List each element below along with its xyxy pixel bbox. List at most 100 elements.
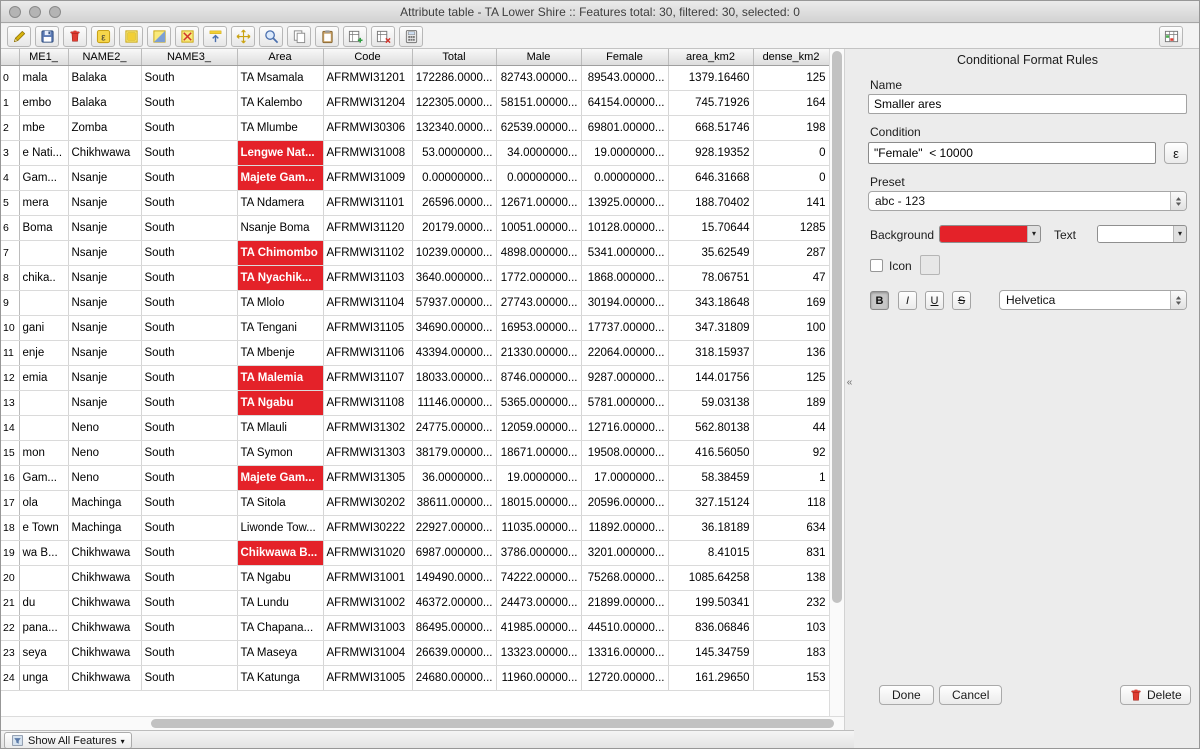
cell-code[interactable]: AFRMWI31002	[323, 590, 412, 615]
row-number[interactable]: 24	[1, 665, 19, 690]
cell-code[interactable]: AFRMWI31204	[323, 90, 412, 115]
cell-dense_km2[interactable]: 183	[753, 640, 829, 665]
cell-name1[interactable]	[19, 390, 68, 415]
cell-name2[interactable]: Chikhwawa	[68, 665, 141, 690]
cell-name3[interactable]: South	[141, 515, 237, 540]
cell-dense_km2[interactable]: 287	[753, 240, 829, 265]
column-header-area[interactable]: Area	[237, 49, 323, 65]
cell-total[interactable]: 26639.00000...	[412, 640, 496, 665]
cell-code[interactable]: AFRMWI31102	[323, 240, 412, 265]
cell-name3[interactable]: South	[141, 565, 237, 590]
cell-name2[interactable]: Nsanje	[68, 265, 141, 290]
column-header-female[interactable]: Female	[581, 49, 668, 65]
icon-checkbox[interactable]	[870, 259, 883, 272]
cell-name2[interactable]: Balaka	[68, 65, 141, 90]
cell-name3[interactable]: South	[141, 240, 237, 265]
cell-male[interactable]: 74222.00000...	[496, 565, 581, 590]
cell-female[interactable]: 5781.000000...	[581, 390, 668, 415]
cell-total[interactable]: 0.00000000...	[412, 165, 496, 190]
cell-name1[interactable]: pana...	[19, 615, 68, 640]
cell-code[interactable]: AFRMWI31107	[323, 365, 412, 390]
cell-area_km2[interactable]: 199.50341	[668, 590, 753, 615]
delete-rule-button[interactable]: Delete	[1120, 685, 1191, 705]
feature-filter-button[interactable]: Show All Features ▾	[4, 732, 132, 749]
cell-name2[interactable]: Nsanje	[68, 390, 141, 415]
cell-name3[interactable]: South	[141, 440, 237, 465]
cell-male[interactable]: 19.0000000...	[496, 465, 581, 490]
cell-male[interactable]: 41985.00000...	[496, 615, 581, 640]
underline-button[interactable]: U	[925, 291, 944, 310]
cell-dense_km2[interactable]: 169	[753, 290, 829, 315]
cell-area_km2[interactable]: 562.80138	[668, 415, 753, 440]
cell-area[interactable]: TA Sitola	[237, 490, 323, 515]
cell-name3[interactable]: South	[141, 315, 237, 340]
cell-area_km2[interactable]: 416.56050	[668, 440, 753, 465]
cell-female[interactable]: 22064.00000...	[581, 340, 668, 365]
cell-area[interactable]: TA Lundu	[237, 590, 323, 615]
cell-name3[interactable]: South	[141, 215, 237, 240]
cell-name1[interactable]: emia	[19, 365, 68, 390]
cell-name2[interactable]: Nsanje	[68, 165, 141, 190]
conditional-formatting-toggle-button[interactable]	[1159, 26, 1183, 47]
cell-name3[interactable]: South	[141, 340, 237, 365]
cell-area_km2[interactable]: 35.62549	[668, 240, 753, 265]
column-header-densekm2[interactable]: dense_km2	[753, 49, 829, 65]
cell-name1[interactable]: Gam...	[19, 165, 68, 190]
delete-selected-button[interactable]	[63, 26, 87, 47]
cell-total[interactable]: 53.0000000...	[412, 140, 496, 165]
cell-code[interactable]: AFRMWI31104	[323, 290, 412, 315]
font-dropdown[interactable]: Helvetica	[999, 290, 1187, 310]
cell-area[interactable]: TA Tengani	[237, 315, 323, 340]
cell-name3[interactable]: South	[141, 365, 237, 390]
preset-dropdown[interactable]: abc - 123	[868, 191, 1187, 211]
cell-area[interactable]: Majete Gam...	[237, 465, 323, 490]
cell-dense_km2[interactable]: 831	[753, 540, 829, 565]
zoom-to-selection-button[interactable]	[259, 26, 283, 47]
cell-total[interactable]: 172286.0000...	[412, 65, 496, 90]
cell-female[interactable]: 69801.00000...	[581, 115, 668, 140]
cell-name1[interactable]: mala	[19, 65, 68, 90]
cell-area[interactable]: TA Symon	[237, 440, 323, 465]
pan-to-selection-button[interactable]	[231, 26, 255, 47]
cell-area[interactable]: TA Nyachik...	[237, 265, 323, 290]
horizontal-scrollbar-thumb[interactable]	[151, 719, 834, 728]
cell-name1[interactable]: e Town	[19, 515, 68, 540]
cell-name1[interactable]: gani	[19, 315, 68, 340]
cell-total[interactable]: 10239.00000...	[412, 240, 496, 265]
row-number[interactable]: 16	[1, 465, 19, 490]
cell-area[interactable]: TA Ndamera	[237, 190, 323, 215]
new-field-button[interactable]	[343, 26, 367, 47]
cell-name2[interactable]: Nsanje	[68, 290, 141, 315]
column-header-male[interactable]: Male	[496, 49, 581, 65]
cell-code[interactable]: AFRMWI31101	[323, 190, 412, 215]
cell-total[interactable]: 26596.0000...	[412, 190, 496, 215]
row-number[interactable]: 8	[1, 265, 19, 290]
cell-name2[interactable]: Balaka	[68, 90, 141, 115]
cell-female[interactable]: 12720.00000...	[581, 665, 668, 690]
cell-name2[interactable]: Chikhwawa	[68, 640, 141, 665]
row-number[interactable]: 7	[1, 240, 19, 265]
cell-female[interactable]: 3201.000000...	[581, 540, 668, 565]
cell-dense_km2[interactable]: 136	[753, 340, 829, 365]
cell-area_km2[interactable]: 145.34759	[668, 640, 753, 665]
cell-dense_km2[interactable]: 153	[753, 665, 829, 690]
cell-name1[interactable]	[19, 565, 68, 590]
row-number[interactable]: 3	[1, 140, 19, 165]
row-number[interactable]: 22	[1, 615, 19, 640]
cell-male[interactable]: 18015.00000...	[496, 490, 581, 515]
cell-male[interactable]: 4898.000000...	[496, 240, 581, 265]
cell-total[interactable]: 18033.00000...	[412, 365, 496, 390]
cell-male[interactable]: 12671.00000...	[496, 190, 581, 215]
cell-code[interactable]: AFRMWI31004	[323, 640, 412, 665]
cell-name3[interactable]: South	[141, 590, 237, 615]
cell-area_km2[interactable]: 646.31668	[668, 165, 753, 190]
cell-area_km2[interactable]: 745.71926	[668, 90, 753, 115]
cell-area_km2[interactable]: 8.41015	[668, 540, 753, 565]
cell-area_km2[interactable]: 59.03138	[668, 390, 753, 415]
cell-dense_km2[interactable]: 1	[753, 465, 829, 490]
cell-female[interactable]: 9287.000000...	[581, 365, 668, 390]
cell-area[interactable]: Liwonde Tow...	[237, 515, 323, 540]
cell-male[interactable]: 11960.00000...	[496, 665, 581, 690]
cell-area[interactable]: TA Malemia	[237, 365, 323, 390]
cell-female[interactable]: 30194.00000...	[581, 290, 668, 315]
